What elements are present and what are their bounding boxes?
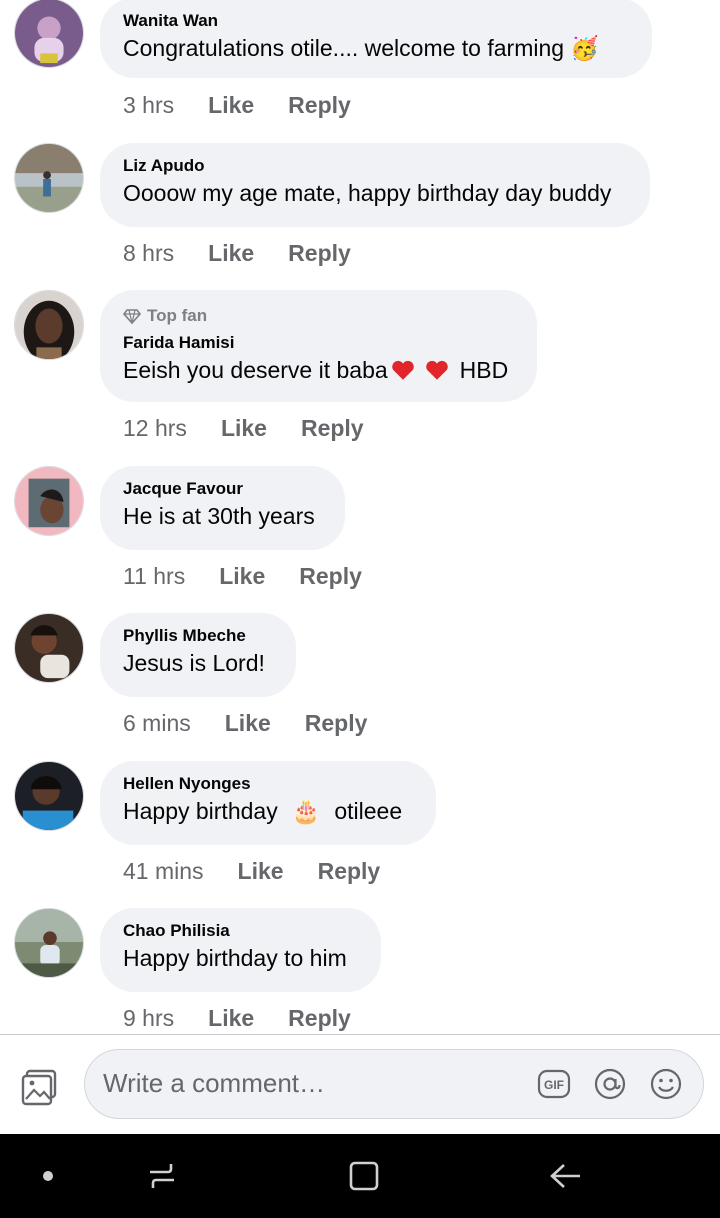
like-button[interactable]: Like	[208, 1005, 254, 1032]
avatar[interactable]	[14, 290, 84, 360]
avatar[interactable]	[14, 0, 84, 68]
avatar[interactable]	[14, 466, 84, 536]
avatar[interactable]	[14, 761, 84, 831]
reply-button[interactable]: Reply	[301, 415, 364, 442]
red-heart-icon	[391, 360, 414, 380]
photo-icon[interactable]	[20, 1067, 60, 1107]
comment-author[interactable]: Chao Philisia	[123, 920, 357, 942]
comment-bubble[interactable]: Liz Apudo Oooow my age mate, happy birth…	[100, 143, 650, 227]
comment-input-placeholder: Write a comment…	[103, 1068, 326, 1098]
comment-text-tail: otileee	[334, 798, 403, 824]
comment-time[interactable]: 6 mins	[123, 710, 191, 737]
reply-button[interactable]: Reply	[288, 240, 351, 267]
comment-time[interactable]: 3 hrs	[123, 92, 174, 119]
comment-bubble[interactable]: Phyllis Mbeche Jesus is Lord!	[100, 613, 296, 697]
comment-author[interactable]: Liz Apudo	[123, 155, 626, 177]
back-arrow-icon[interactable]	[546, 1156, 586, 1196]
comment-time[interactable]: 11 hrs	[123, 563, 185, 590]
comment-text: Happy birthday to him	[123, 945, 347, 971]
comment-text: Eeish you deserve it baba HBD	[123, 354, 513, 386]
comment-meta: 6 mins Like Reply	[123, 710, 367, 737]
comment-text: He is at 30th years	[123, 503, 315, 529]
avatar[interactable]	[14, 143, 84, 213]
comment-text-body: Happy birthday	[123, 798, 278, 824]
comment-meta: 11 hrs Like Reply	[123, 563, 362, 590]
comment-meta: 12 hrs Like Reply	[123, 415, 364, 442]
comment-time[interactable]: 12 hrs	[123, 415, 187, 442]
comment-text: Happy birthday 🎂 otileee	[123, 795, 412, 827]
comment-author[interactable]: Jacque Favour	[123, 478, 321, 500]
comment-composer: Write a comment… GIF	[0, 1034, 720, 1135]
red-heart-icon	[425, 360, 448, 380]
comment-time[interactable]: 9 hrs	[123, 1005, 174, 1032]
comment-text: Jesus is Lord!	[123, 650, 265, 676]
comment-meta: 3 hrs Like Reply	[123, 92, 351, 119]
reply-button[interactable]: Reply	[288, 92, 351, 119]
comment-time[interactable]: 8 hrs	[123, 240, 174, 267]
like-button[interactable]: Like	[225, 710, 271, 737]
reply-button[interactable]: Reply	[318, 858, 381, 885]
reply-button[interactable]: Reply	[288, 1005, 351, 1032]
system-nav-bar	[0, 1134, 720, 1218]
comment-author[interactable]: Farida Hamisi	[123, 332, 513, 354]
like-button[interactable]: Like	[208, 240, 254, 267]
birthday-cake-icon: 🎂	[291, 798, 321, 824]
reply-button[interactable]: Reply	[299, 563, 362, 590]
gif-icon[interactable]: GIF	[537, 1067, 571, 1101]
home-square-icon[interactable]	[344, 1156, 384, 1196]
comment-meta: 9 hrs Like Reply	[123, 1005, 351, 1032]
comment-bubble[interactable]: Chao Philisia Happy birthday to him	[100, 908, 381, 992]
at-icon[interactable]	[593, 1067, 627, 1101]
comment-bubble[interactable]: Jacque Favour He is at 30th years	[100, 466, 345, 550]
avatar[interactable]	[14, 613, 84, 683]
comment-meta: 8 hrs Like Reply	[123, 240, 351, 267]
comment-text: Congratulations otile.... welcome to far…	[123, 32, 628, 64]
like-button[interactable]: Like	[238, 858, 284, 885]
diamond-icon	[123, 309, 141, 325]
comment-meta: 41 mins Like Reply	[123, 858, 380, 885]
like-button[interactable]: Like	[208, 92, 254, 119]
comment-bubble[interactable]: Hellen Nyonges Happy birthday 🎂 otileee	[100, 761, 436, 845]
comment-text-body: Congratulations otile.... welcome to far…	[123, 35, 565, 61]
top-fan-badge: Top fan	[123, 304, 513, 328]
comment-text: Oooow my age mate, happy birthday day bu…	[123, 180, 612, 206]
comment-bubble[interactable]: Top fan Farida Hamisi Eeish you deserve …	[100, 290, 537, 402]
gif-label: GIF	[544, 1078, 564, 1092]
comment-time[interactable]: 41 mins	[123, 858, 204, 885]
comment-author[interactable]: Hellen Nyonges	[123, 773, 412, 795]
comment-bubble[interactable]: Wanita Wan Congratulations otile.... wel…	[100, 0, 652, 78]
comment-author[interactable]: Phyllis Mbeche	[123, 625, 272, 647]
dot-icon	[43, 1171, 53, 1181]
party-face-icon: 🥳	[570, 35, 599, 61]
comment-author[interactable]: Wanita Wan	[123, 10, 628, 32]
comment-text-body: Eeish you deserve it baba	[123, 357, 388, 383]
reply-button[interactable]: Reply	[305, 710, 368, 737]
avatar[interactable]	[14, 908, 84, 978]
like-button[interactable]: Like	[219, 563, 265, 590]
smiley-icon[interactable]	[649, 1067, 683, 1101]
recents-icon[interactable]	[142, 1156, 182, 1196]
comment-input[interactable]: Write a comment… GIF	[84, 1049, 704, 1119]
comment-text-tail: HBD	[459, 357, 509, 383]
like-button[interactable]: Like	[221, 415, 267, 442]
badge-label: Top fan	[147, 306, 208, 325]
comment-list: Wanita Wan Congratulations otile.... wel…	[0, 0, 720, 1034]
